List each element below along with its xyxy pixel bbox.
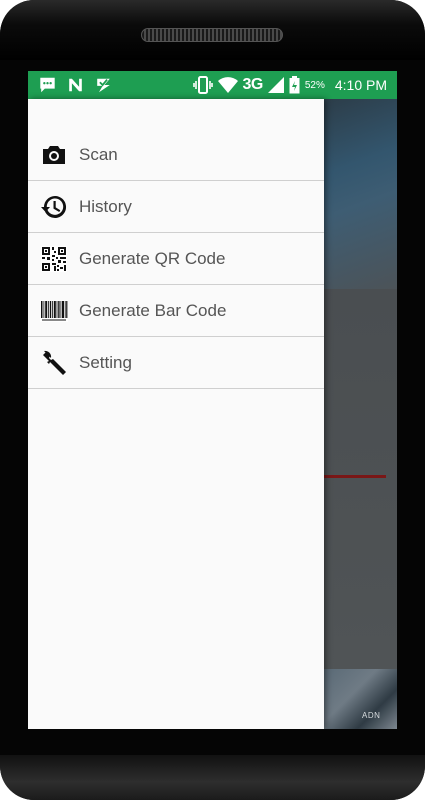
menu-item-history[interactable]: History — [28, 181, 324, 233]
battery-percent: 52% — [304, 79, 325, 91]
clock: 4:10 PM — [334, 77, 387, 93]
signal-icon — [267, 77, 284, 93]
menu-item-generate-bar-code[interactable]: Generate Bar Code — [28, 285, 324, 337]
check-chat-icon — [97, 78, 110, 93]
menu-item-generate-qr-code[interactable]: Generate QR Code — [28, 233, 324, 285]
drawer-menu: Scan History Generate QR Code Generate B… — [28, 129, 324, 389]
menu-label: Setting — [79, 352, 132, 372]
screen: ADN 3G 52% 4:10 PM Scan History Generate… — [28, 71, 397, 729]
system-status: 3G 52% 4:10 PM — [192, 71, 387, 99]
earpiece-speaker — [141, 28, 283, 42]
background-logo: ADN — [362, 711, 381, 720]
menu-label: History — [79, 196, 132, 216]
vibrate-icon — [192, 76, 213, 94]
status-bar: 3G 52% 4:10 PM — [28, 71, 397, 99]
history-icon — [41, 195, 67, 218]
qr-code-icon — [41, 246, 67, 272]
navigation-drawer: Scan History Generate QR Code Generate B… — [28, 99, 324, 729]
notification-icons — [38, 76, 113, 94]
wifi-icon — [217, 77, 238, 93]
menu-label: Generate Bar Code — [79, 300, 227, 320]
menu-label: Generate QR Code — [79, 248, 226, 268]
menu-item-setting[interactable]: Setting — [28, 337, 324, 389]
menu-item-scan[interactable]: Scan — [28, 129, 324, 181]
battery-icon — [289, 76, 300, 94]
n-icon — [69, 78, 82, 92]
phone-frame: ADN 3G 52% 4:10 PM Scan History Generate… — [0, 0, 425, 800]
phone-bottom-bezel — [0, 755, 425, 800]
network-type: 3G — [242, 76, 264, 93]
message-icon — [40, 77, 55, 93]
background-photo-middle — [324, 289, 397, 669]
barcode-icon — [40, 300, 68, 322]
scanner-line — [324, 475, 386, 478]
wrench-icon — [43, 350, 66, 375]
background-banner — [324, 669, 397, 729]
background-photo — [324, 99, 397, 289]
camera-icon — [43, 146, 65, 164]
menu-label: Scan — [79, 144, 118, 164]
